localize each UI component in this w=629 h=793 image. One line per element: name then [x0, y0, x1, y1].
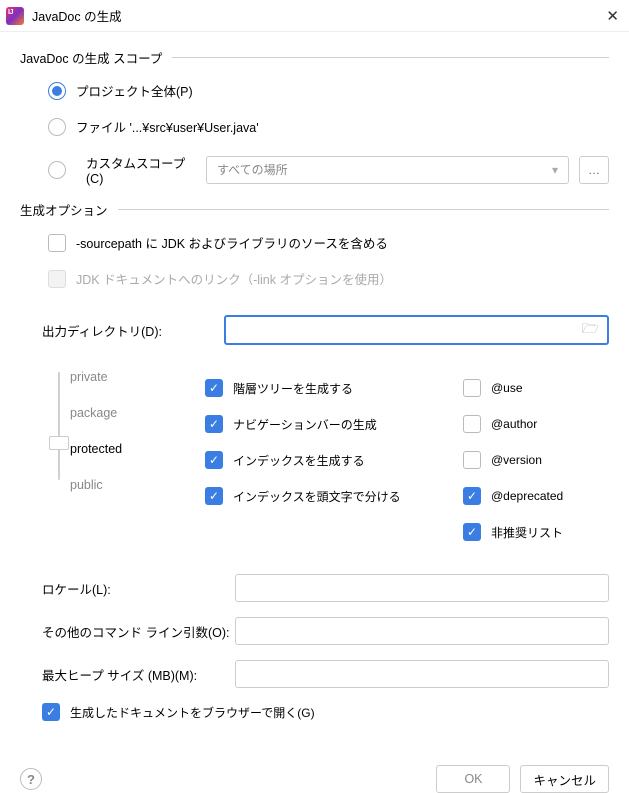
- checkbox-index[interactable]: [205, 451, 223, 469]
- visibility-protected[interactable]: protected: [70, 442, 205, 478]
- radio-custom-scope[interactable]: [48, 161, 66, 179]
- visibility-public[interactable]: public: [70, 478, 205, 514]
- checkbox-nav[interactable]: [205, 415, 223, 433]
- visibility-labels: private package protected public: [70, 370, 205, 514]
- outdir-field[interactable]: 🗁: [224, 315, 609, 345]
- visibility-package[interactable]: package: [70, 406, 205, 442]
- radio-file-label[interactable]: ファイル '...¥src¥user¥User.java': [76, 117, 259, 136]
- divider: [172, 57, 609, 58]
- checkbox-deprecated-list-label[interactable]: 非推奨リスト: [491, 524, 563, 541]
- outdir-label: 出力ディレクトリ(D):: [42, 321, 212, 340]
- cmdargs-label: その他のコマンド ライン引数(O):: [42, 622, 235, 641]
- checkbox-nav-label[interactable]: ナビゲーションバーの生成: [233, 416, 377, 433]
- section-scope: JavaDoc の生成 スコープ プロジェクト全体(P) ファイル '...¥s…: [20, 48, 609, 186]
- radio-file[interactable]: [48, 118, 66, 136]
- checkbox-jdklink-label: JDK ドキュメントへのリンク（-link オプションを使用）: [76, 269, 392, 288]
- checkbox-sourcepath[interactable]: [48, 234, 66, 252]
- checkbox-tree-label[interactable]: 階層ツリーを生成する: [233, 380, 353, 397]
- checkbox-deprecated-label[interactable]: @deprecated: [491, 489, 563, 503]
- checkbox-open-browser[interactable]: [42, 703, 60, 721]
- locale-input[interactable]: [235, 574, 609, 602]
- scope-section-title: JavaDoc の生成 スコープ: [20, 48, 172, 67]
- checkbox-use[interactable]: [463, 379, 481, 397]
- checkbox-tree[interactable]: [205, 379, 223, 397]
- radio-whole-project[interactable]: [48, 82, 66, 100]
- divider: [118, 209, 609, 210]
- checkbox-split-index-label[interactable]: インデックスを頭文字で分ける: [233, 488, 401, 505]
- checkbox-version[interactable]: [463, 451, 481, 469]
- outdir-input[interactable]: [234, 323, 582, 337]
- close-icon[interactable]: ✕: [589, 7, 619, 25]
- cancel-button[interactable]: キャンセル: [520, 765, 609, 793]
- heap-label: 最大ヒープ サイズ (MB)(M):: [42, 665, 235, 684]
- checkbox-author[interactable]: [463, 415, 481, 433]
- radio-whole-project-label[interactable]: プロジェクト全体(P): [76, 81, 193, 100]
- locale-label: ロケール(L):: [42, 579, 235, 598]
- visibility-slider-track: [58, 372, 60, 480]
- titlebar: JavaDoc の生成 ✕: [0, 0, 629, 32]
- scope-select[interactable]: すべての場所 ▾: [206, 156, 569, 184]
- checkbox-open-browser-label[interactable]: 生成したドキュメントをブラウザーで開く(G): [70, 704, 315, 721]
- window-title: JavaDoc の生成: [32, 6, 589, 25]
- visibility-private[interactable]: private: [70, 370, 205, 406]
- checkbox-use-label[interactable]: @use: [491, 381, 523, 395]
- ok-button[interactable]: OK: [436, 765, 510, 793]
- gen-section-title: 生成オプション: [20, 200, 118, 219]
- checkbox-sourcepath-label[interactable]: -sourcepath に JDK およびライブラリのソースを含める: [76, 233, 388, 252]
- chevron-down-icon: ▾: [552, 163, 558, 177]
- checkbox-jdklink: [48, 270, 66, 288]
- radio-custom-scope-label[interactable]: カスタムスコープ(C): [86, 153, 196, 186]
- help-icon[interactable]: ?: [20, 768, 42, 790]
- checkbox-author-label[interactable]: @author: [491, 417, 537, 431]
- cmdargs-input[interactable]: [235, 617, 609, 645]
- checkbox-deprecated-list[interactable]: [463, 523, 481, 541]
- heap-input[interactable]: [235, 660, 609, 688]
- folder-icon[interactable]: 🗁: [582, 318, 599, 342]
- section-gen-options: 生成オプション -sourcepath に JDK およびライブラリのソースを含…: [20, 200, 609, 721]
- scope-select-value: すべての場所: [217, 161, 288, 178]
- scope-ellipsis-button[interactable]: …: [579, 156, 609, 184]
- visibility-slider-handle[interactable]: [49, 436, 69, 450]
- checkbox-version-label[interactable]: @version: [491, 453, 542, 467]
- checkbox-index-label[interactable]: インデックスを生成する: [233, 452, 365, 469]
- checkbox-split-index[interactable]: [205, 487, 223, 505]
- intellij-icon: [6, 7, 24, 25]
- checkbox-deprecated[interactable]: [463, 487, 481, 505]
